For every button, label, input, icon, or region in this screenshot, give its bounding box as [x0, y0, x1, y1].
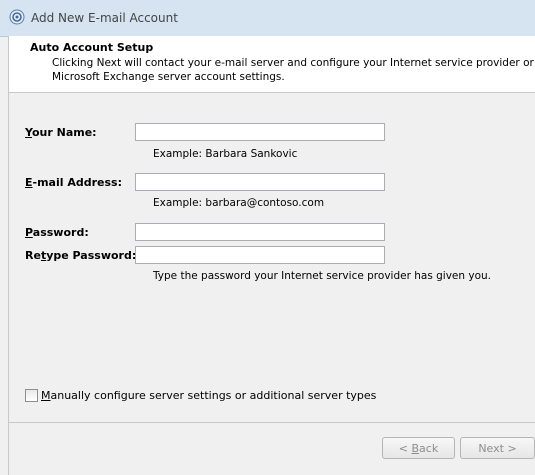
password-input[interactable] [135, 223, 385, 241]
email-address-label: E-mail Address: [25, 176, 122, 189]
next-button[interactable]: Next > [460, 437, 535, 459]
accel-key: E [25, 176, 33, 189]
accel-key: M [41, 389, 51, 402]
back-prefix: < [398, 442, 412, 455]
label-text: -mail Address: [32, 176, 122, 189]
manual-configure-label[interactable]: Manually configure server settings or ad… [41, 389, 376, 402]
your-name-hint: Example: Barbara Sankovic [153, 148, 298, 160]
back-button[interactable]: < Back [382, 437, 455, 459]
accel-key: B [411, 442, 420, 455]
accel-key: P [25, 226, 33, 239]
title-bar: Add New E-mail Account [0, 0, 535, 37]
email-address-input[interactable] [135, 173, 385, 191]
label-text: assword: [32, 226, 89, 239]
label-text: ype Password: [46, 249, 137, 262]
mail-account-icon [9, 9, 25, 25]
accel-key: Y [25, 126, 32, 139]
password-label: Password: [25, 226, 89, 239]
email-address-hint: Example: barbara@contoso.com [153, 197, 325, 209]
your-name-label: Your Name: [25, 126, 97, 139]
manual-configure-checkbox[interactable] [25, 389, 38, 402]
label-text: anually configure server settings or add… [50, 389, 377, 402]
section-title: Auto Account Setup [30, 41, 154, 54]
back-label: ack [419, 442, 439, 455]
dialog-left-border [8, 36, 9, 475]
label-text: Re [25, 249, 41, 262]
footer-separator [8, 422, 535, 423]
retype-password-input[interactable] [135, 246, 385, 264]
window-title: Add New E-mail Account [31, 11, 178, 25]
section-description: Clicking Next will contact your e-mail s… [52, 57, 534, 83]
header-panel: Auto Account Setup Clicking Next will co… [8, 36, 535, 93]
label-text: our Name: [31, 126, 97, 139]
password-hint: Type the password your Internet service … [153, 270, 491, 282]
your-name-input[interactable] [135, 123, 385, 141]
retype-password-label: Retype Password: [25, 249, 136, 262]
